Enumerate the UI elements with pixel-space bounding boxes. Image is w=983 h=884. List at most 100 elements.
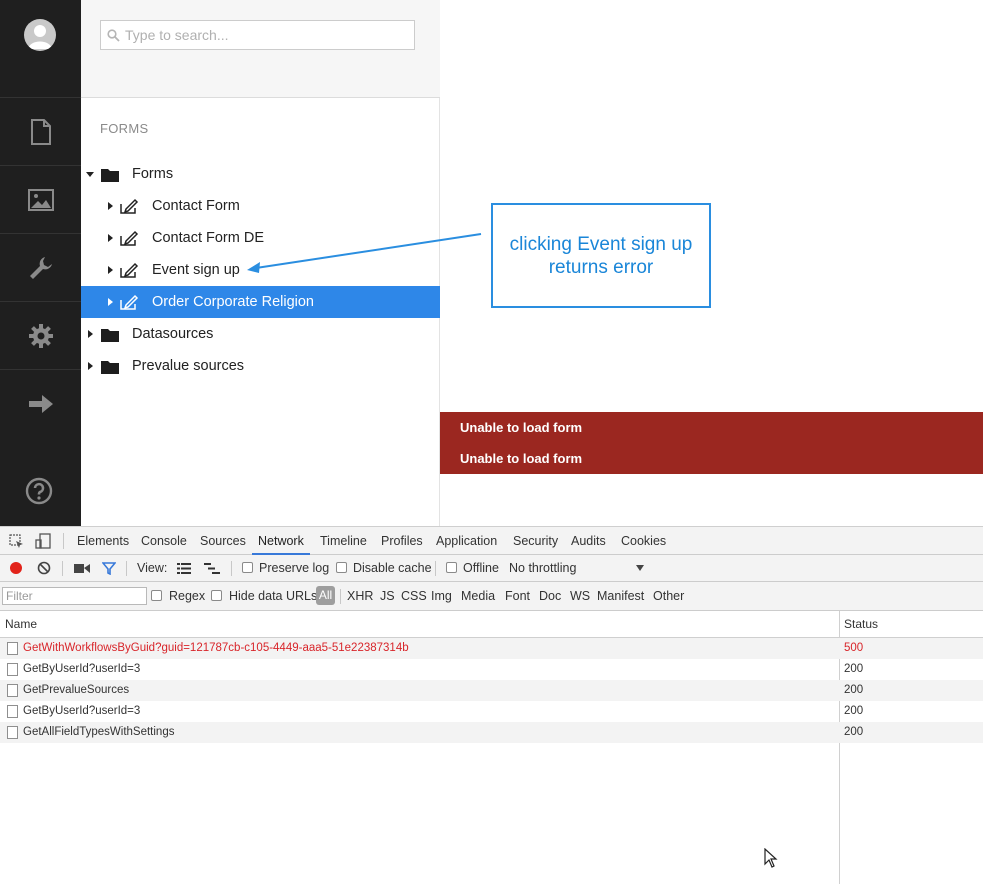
offline-checkbox[interactable] bbox=[446, 562, 457, 573]
clear-icon[interactable] bbox=[37, 561, 51, 575]
tab-profiles[interactable]: Profiles bbox=[381, 527, 423, 555]
network-table-header: Name Status bbox=[0, 611, 983, 638]
filter-input[interactable] bbox=[2, 587, 147, 605]
tab-cookies[interactable]: Cookies bbox=[621, 527, 666, 555]
forms-tree-panel: FORMS Forms Contact Form Contact Form DE… bbox=[81, 0, 440, 526]
request-name[interactable]: GetPrevalueSources bbox=[23, 684, 129, 696]
type-filter-media[interactable]: Media bbox=[461, 589, 495, 603]
caret-right-icon[interactable] bbox=[108, 298, 113, 306]
device-toolbar-icon[interactable] bbox=[35, 533, 51, 549]
network-filter-bar: Regex Hide data URLs All XHR JS CSS Img … bbox=[0, 582, 983, 611]
user-avatar[interactable] bbox=[24, 19, 56, 51]
file-icon bbox=[7, 705, 18, 718]
type-filter-css[interactable]: CSS bbox=[401, 589, 427, 603]
tree-node-label: Order Corporate Religion bbox=[152, 294, 314, 310]
error-message: Unable to load form bbox=[460, 451, 583, 466]
type-filter-xhr[interactable]: XHR bbox=[347, 589, 373, 603]
table-row[interactable]: GetAllFieldTypesWithSettings 200 bbox=[0, 722, 983, 743]
sidebar-media-section[interactable] bbox=[0, 165, 81, 233]
help-button[interactable] bbox=[25, 477, 53, 510]
request-status: 200 bbox=[844, 726, 864, 738]
tree-node-label: Event sign up bbox=[152, 262, 240, 278]
tree-node-label: Forms bbox=[132, 166, 174, 182]
caret-right-icon[interactable] bbox=[88, 330, 93, 338]
type-filter-js[interactable]: JS bbox=[380, 589, 395, 603]
tree-header bbox=[81, 0, 440, 98]
tree-node-contact-form[interactable]: Contact Form bbox=[81, 190, 440, 222]
sidebar-developer-section[interactable] bbox=[0, 301, 81, 369]
table-row[interactable]: GetByUserId?userId=3 200 bbox=[0, 659, 983, 680]
search-input[interactable] bbox=[125, 21, 410, 49]
table-row[interactable]: GetByUserId?userId=3 200 bbox=[0, 701, 983, 722]
tree-node-event-sign-up[interactable]: Event sign up bbox=[81, 254, 440, 286]
type-filter-doc[interactable]: Doc bbox=[539, 589, 561, 603]
type-filter-ws[interactable]: WS bbox=[570, 589, 590, 603]
caret-right-icon[interactable] bbox=[108, 202, 113, 210]
column-name[interactable]: Name bbox=[5, 617, 37, 631]
tab-elements[interactable]: Elements bbox=[77, 527, 129, 555]
sidebar-content-section[interactable] bbox=[0, 97, 81, 165]
tree-node-label: Contact Form DE bbox=[152, 230, 264, 246]
caret-down-icon[interactable] bbox=[86, 172, 94, 177]
request-name[interactable]: GetByUserId?userId=3 bbox=[23, 663, 140, 675]
divider bbox=[63, 533, 64, 549]
tab-console[interactable]: Console bbox=[141, 527, 187, 555]
preserve-log-label: Preserve log bbox=[259, 561, 330, 575]
table-row[interactable]: GetPrevalueSources 200 bbox=[0, 680, 983, 701]
type-filter-font[interactable]: Font bbox=[505, 589, 530, 603]
tab-network[interactable]: Network bbox=[252, 527, 310, 555]
video-capture-icon[interactable] bbox=[74, 563, 90, 574]
form-edit-icon bbox=[120, 262, 139, 278]
record-icon[interactable] bbox=[9, 561, 23, 575]
table-row[interactable]: GetWithWorkflowsByGuid?guid=121787cb-c10… bbox=[0, 638, 983, 659]
column-status[interactable]: Status bbox=[844, 617, 878, 631]
dropdown-arrow-icon[interactable] bbox=[636, 565, 644, 571]
type-filter-img[interactable]: Img bbox=[431, 589, 452, 603]
folder-icon bbox=[101, 169, 119, 182]
offline-label: Offline bbox=[463, 561, 499, 575]
regex-checkbox[interactable] bbox=[151, 590, 162, 601]
divider bbox=[340, 589, 341, 604]
tree-node-contact-form-de[interactable]: Contact Form DE bbox=[81, 222, 440, 254]
type-filter-all[interactable]: All bbox=[316, 586, 335, 605]
hide-data-urls-label: Hide data URLs bbox=[229, 589, 318, 603]
divider bbox=[231, 561, 232, 576]
tab-timeline[interactable]: Timeline bbox=[320, 527, 367, 555]
throttling-select[interactable]: No throttling bbox=[509, 561, 576, 575]
tab-security[interactable]: Security bbox=[513, 527, 558, 555]
tree-node-forms[interactable]: Forms bbox=[81, 158, 440, 190]
file-icon bbox=[7, 684, 18, 697]
type-filter-manifest[interactable]: Manifest bbox=[597, 589, 644, 603]
file-icon bbox=[7, 726, 18, 739]
tab-audits[interactable]: Audits bbox=[571, 527, 606, 555]
tree-node-label: Datasources bbox=[132, 326, 214, 342]
sidebar-settings-section[interactable] bbox=[0, 233, 81, 301]
caret-right-icon[interactable] bbox=[88, 362, 93, 370]
caret-right-icon[interactable] bbox=[108, 266, 113, 274]
form-edit-icon bbox=[120, 230, 139, 246]
network-toolbar: View: Preserve log Disable cache Offline… bbox=[0, 555, 983, 582]
disable-cache-checkbox[interactable] bbox=[336, 562, 347, 573]
type-filter-other[interactable]: Other bbox=[653, 589, 684, 603]
request-name[interactable]: GetWithWorkflowsByGuid?guid=121787cb-c10… bbox=[23, 642, 409, 654]
gear-icon bbox=[28, 323, 53, 348]
overview-icon[interactable] bbox=[204, 563, 220, 574]
preserve-log-checkbox[interactable] bbox=[242, 562, 253, 573]
error-notifications: Unable to load form Unable to load form bbox=[440, 412, 983, 474]
user-icon bbox=[28, 25, 52, 49]
tab-application[interactable]: Application bbox=[436, 527, 497, 555]
caret-right-icon[interactable] bbox=[108, 234, 113, 242]
sidebar-users-section[interactable] bbox=[0, 369, 81, 437]
request-name[interactable]: GetAllFieldTypesWithSettings bbox=[23, 726, 174, 738]
tree-node-datasources[interactable]: Datasources bbox=[81, 318, 440, 350]
large-rows-icon[interactable] bbox=[177, 563, 191, 574]
file-icon bbox=[7, 663, 18, 676]
request-name[interactable]: GetByUserId?userId=3 bbox=[23, 705, 140, 717]
hide-data-urls-checkbox[interactable] bbox=[211, 590, 222, 601]
inspect-element-icon[interactable] bbox=[9, 534, 24, 549]
request-status: 200 bbox=[844, 663, 864, 675]
tree-node-order-corporate-religion[interactable]: Order Corporate Religion bbox=[81, 286, 440, 318]
tree-node-prevalue-sources[interactable]: Prevalue sources bbox=[81, 350, 440, 382]
filter-icon[interactable] bbox=[102, 562, 116, 575]
tab-sources[interactable]: Sources bbox=[200, 527, 246, 555]
